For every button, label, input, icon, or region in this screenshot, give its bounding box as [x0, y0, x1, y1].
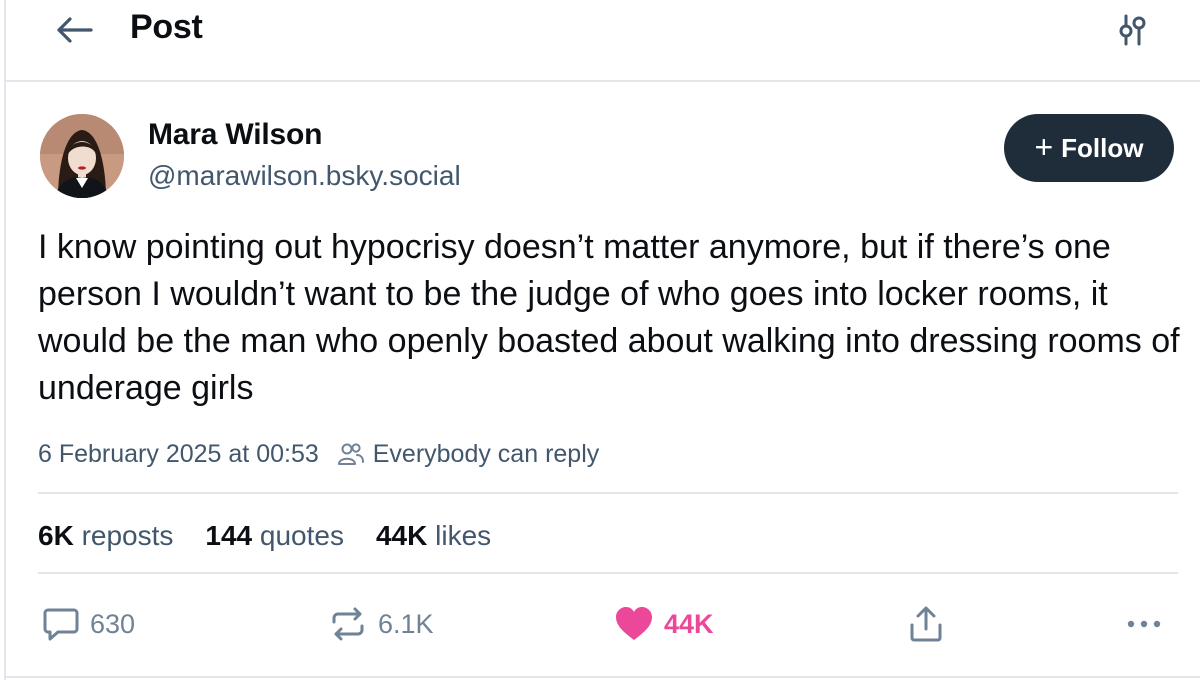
quotes-label: quotes	[259, 520, 344, 551]
reposts-label: reposts	[81, 520, 174, 551]
reply-bubble-icon	[43, 608, 79, 641]
arrow-left-icon	[57, 17, 93, 43]
page-title: Post	[130, 8, 203, 46]
more-options-button[interactable]	[1126, 598, 1162, 650]
back-button[interactable]	[52, 10, 96, 50]
follow-button[interactable]: + Follow	[1004, 114, 1174, 182]
author-handle[interactable]: @marawilson.bsky.social	[148, 160, 461, 192]
reposts-count: 6K	[38, 520, 74, 551]
reply-setting: Everybody can reply	[372, 439, 600, 468]
repost-count: 6.1K	[378, 608, 434, 639]
likes-label: likes	[435, 520, 492, 551]
thread-options-button[interactable]	[1112, 10, 1152, 50]
repost-button[interactable]: 6.1K	[328, 598, 434, 650]
likes-stat[interactable]: 44K likes	[376, 520, 491, 552]
divider	[38, 492, 1178, 494]
share-icon	[910, 606, 942, 642]
post-thread-view: Post Mara Wilson @marawilson.bsky.social	[4, 0, 1200, 680]
repost-icon	[332, 607, 364, 641]
heart-filled-icon	[616, 607, 652, 640]
quotes-stat[interactable]: 144 quotes	[205, 520, 344, 552]
people-icon	[337, 441, 365, 467]
post-meta: 6 February 2025 at 00:53 Everybody can r…	[38, 438, 599, 470]
reply-button[interactable]: 630	[42, 598, 135, 650]
follow-button-label: Follow	[1061, 132, 1144, 163]
divider	[38, 572, 1178, 574]
engagement-stats: 6K reposts 144 quotes 44K likes	[38, 516, 523, 556]
plus-icon: +	[1034, 128, 1054, 165]
divider	[6, 676, 1200, 678]
sliders-icon	[1119, 14, 1146, 46]
share-button[interactable]	[908, 598, 944, 650]
likes-count: 44K	[375, 520, 428, 551]
reply-count: 630	[90, 608, 136, 639]
ellipsis-icon	[1127, 620, 1161, 628]
quotes-count: 144	[205, 520, 253, 551]
post-timestamp[interactable]: 6 February 2025 at 00:53	[38, 440, 319, 469]
like-button[interactable]: 44K	[614, 598, 714, 650]
like-count: 44K	[664, 608, 714, 639]
post-text: I know pointing out hypocrisy doesn’t ma…	[38, 228, 1180, 407]
author-name[interactable]: Mara Wilson	[148, 118, 322, 152]
reposts-stat[interactable]: 6K reposts	[38, 520, 173, 552]
post-actions: 630 6.1K 44K	[38, 598, 1178, 650]
avatar-image	[40, 114, 124, 198]
author-avatar[interactable]	[40, 114, 124, 198]
top-bar: Post	[6, 0, 1200, 82]
